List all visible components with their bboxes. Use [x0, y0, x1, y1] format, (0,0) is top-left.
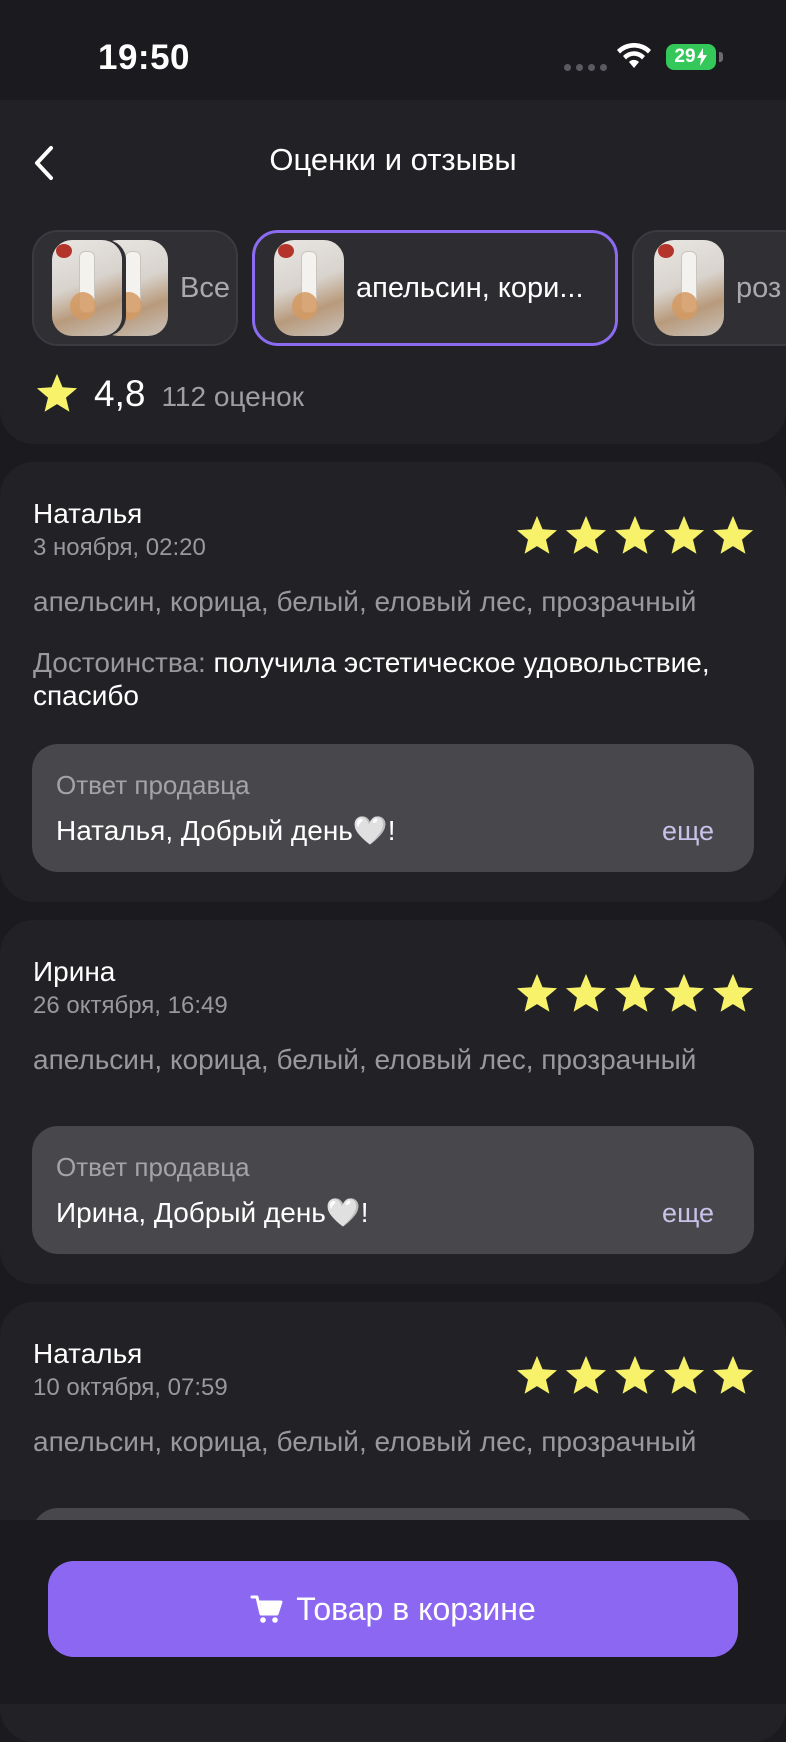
star-rating	[514, 1354, 756, 1398]
filter-chip-label: роз	[736, 271, 782, 304]
rating-summary: 4,8 112 оценок	[34, 372, 304, 416]
star-icon	[663, 515, 705, 554]
seller-reply-label: Ответ продавца	[56, 1152, 250, 1182]
review-variant: апельсин, корица, белый, еловый лес, про…	[33, 1044, 697, 1075]
status-bar: 19:50 29	[0, 0, 786, 116]
product-thumbnail	[52, 240, 122, 336]
star-icon	[614, 515, 656, 554]
rating-value: 4,8	[94, 373, 146, 414]
cart-button[interactable]: Товар в корзине	[48, 1561, 738, 1657]
star-icon	[36, 373, 78, 412]
product-thumbnail	[654, 240, 724, 336]
star-icon	[516, 1355, 558, 1394]
review-text: Достоинства: получила эстетическое удово…	[33, 646, 733, 712]
filter-chip-label: апельсин, кори...	[356, 271, 584, 304]
filter-chip-rose[interactable]: роз	[632, 230, 786, 346]
filter-chip-label: Все	[180, 271, 230, 304]
star-rating	[514, 514, 756, 558]
star-rating	[514, 972, 756, 1016]
more-link[interactable]: еще	[662, 816, 714, 847]
review-date: 10 октября, 07:59	[33, 1374, 228, 1401]
reviewer-name: Ирина	[33, 956, 116, 987]
status-time: 19:50	[98, 38, 191, 77]
battery-cap	[719, 52, 723, 62]
seller-reply-text: Наталья, Добрый день🤍!	[56, 815, 396, 846]
review-text-prefix: Достоинства:	[33, 647, 206, 678]
star-icon	[712, 1355, 754, 1394]
review-variant: апельсин, корица, белый, еловый лес, про…	[33, 586, 697, 617]
cellular-signal-icon	[564, 64, 607, 71]
star-icon	[565, 515, 607, 554]
review-date: 26 октября, 16:49	[33, 992, 228, 1019]
review-card: Ирина 26 октября, 16:49 апельсин, корица…	[0, 920, 786, 1284]
star-icon	[614, 1355, 656, 1394]
star-icon	[565, 1355, 607, 1394]
seller-reply-label: Ответ продавца	[56, 770, 250, 800]
reviewer-name: Наталья	[33, 498, 143, 529]
review-date: 3 ноября, 02:20	[33, 534, 206, 561]
cart-icon	[250, 1595, 283, 1623]
seller-reply[interactable]: Ответ продавца Ирина, Добрый день🤍! еще	[32, 1126, 754, 1254]
more-link[interactable]: еще	[662, 1198, 714, 1229]
variant-filter-list[interactable]: Все апельсин, кори... роз	[0, 228, 786, 352]
star-icon	[516, 973, 558, 1012]
wifi-icon	[617, 42, 651, 68]
star-icon	[712, 973, 754, 1012]
review-variant: апельсин, корица, белый, еловый лес, про…	[33, 1426, 697, 1457]
rating-count: 112 оценок	[161, 381, 305, 412]
cart-button-label: Товар в корзине	[296, 1590, 536, 1627]
review-card: Наталья 3 ноября, 02:20 апельсин, корица…	[0, 462, 786, 902]
filter-chip-all[interactable]: Все	[32, 230, 238, 346]
filter-chip-selected[interactable]: апельсин, кори...	[252, 230, 618, 346]
star-icon	[614, 973, 656, 1012]
seller-reply[interactable]: Ответ продавца Наталья, Добрый день🤍! ещ…	[32, 744, 754, 872]
battery-level: 29	[674, 46, 696, 67]
product-thumbnail	[274, 240, 344, 336]
page-title: Оценки и отзывы	[269, 142, 517, 177]
star-icon	[663, 973, 705, 1012]
star-icon	[712, 515, 754, 554]
reviewer-name: Наталья	[33, 1338, 143, 1369]
star-icon	[565, 973, 607, 1012]
battery-indicator: 29	[666, 44, 716, 70]
charging-bolt-icon	[696, 48, 707, 66]
seller-reply-text: Ирина, Добрый день🤍!	[56, 1197, 369, 1228]
star-icon	[516, 515, 558, 554]
star-icon	[663, 1355, 705, 1394]
